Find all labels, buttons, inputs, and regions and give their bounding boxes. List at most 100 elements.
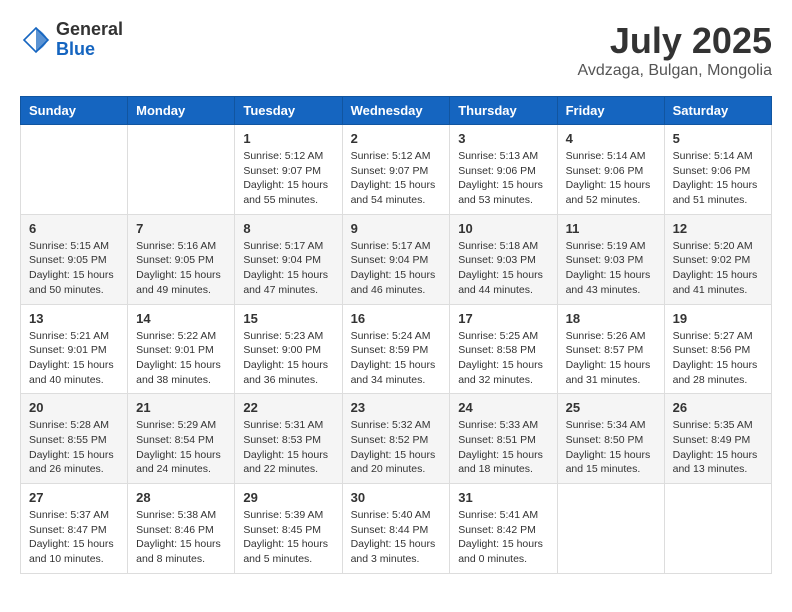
calendar-day-header: Saturday (664, 97, 771, 125)
calendar-cell: 6 Sunrise: 5:15 AM Sunset: 9:05 PM Daylig… (21, 214, 128, 304)
cell-content: Sunrise: 5:15 AM Sunset: 9:05 PM Dayligh… (29, 239, 119, 298)
cell-content: Sunrise: 5:14 AM Sunset: 9:06 PM Dayligh… (673, 149, 763, 208)
calendar-cell: 8 Sunrise: 5:17 AM Sunset: 9:04 PM Daylig… (235, 214, 342, 304)
calendar-cell (128, 125, 235, 215)
cell-content: Sunrise: 5:37 AM Sunset: 8:47 PM Dayligh… (29, 508, 119, 567)
calendar-day-header: Thursday (450, 97, 557, 125)
day-number: 15 (243, 311, 333, 326)
day-number: 12 (673, 221, 763, 236)
day-number: 10 (458, 221, 548, 236)
calendar-cell: 22Sunrise: 5:31 AM Sunset: 8:53 PM Dayli… (235, 394, 342, 484)
day-number: 14 (136, 311, 226, 326)
logo-icon (20, 24, 52, 56)
cell-content: Sunrise: 5:21 AM Sunset: 9:01 PM Dayligh… (29, 329, 119, 388)
calendar-header-row: SundayMondayTuesdayWednesdayThursdayFrid… (21, 97, 772, 125)
cell-content: Sunrise: 5:29 AM Sunset: 8:54 PM Dayligh… (136, 418, 226, 477)
page-header: General Blue July 2025 Avdzaga, Bulgan, … (20, 20, 772, 80)
calendar-cell: 20Sunrise: 5:28 AM Sunset: 8:55 PM Dayli… (21, 394, 128, 484)
day-number: 16 (351, 311, 442, 326)
cell-content: Sunrise: 5:28 AM Sunset: 8:55 PM Dayligh… (29, 418, 119, 477)
cell-content: Sunrise: 5:13 AM Sunset: 9:06 PM Dayligh… (458, 149, 548, 208)
calendar-cell: 16 Sunrise: 5:24 AM Sunset: 8:59 PM Dayli… (342, 304, 450, 394)
calendar-cell (664, 484, 771, 574)
cell-content: Sunrise: 5:17 AM Sunset: 9:04 PM Dayligh… (243, 239, 333, 298)
day-number: 18 (566, 311, 656, 326)
calendar-week-row: 20Sunrise: 5:28 AM Sunset: 8:55 PM Dayli… (21, 394, 772, 484)
calendar-cell: 21 Sunrise: 5:29 AM Sunset: 8:54 PM Dayli… (128, 394, 235, 484)
day-number: 19 (673, 311, 763, 326)
calendar-cell: 26 Sunrise: 5:35 AM Sunset: 8:49 PM Dayli… (664, 394, 771, 484)
cell-content: Sunrise: 5:12 AM Sunset: 9:07 PM Dayligh… (351, 149, 442, 208)
title-section: July 2025 Avdzaga, Bulgan, Mongolia (577, 20, 772, 80)
calendar-cell: 27 Sunrise: 5:37 AM Sunset: 8:47 PM Dayli… (21, 484, 128, 574)
day-number: 8 (243, 221, 333, 236)
day-number: 5 (673, 131, 763, 146)
calendar-day-header: Monday (128, 97, 235, 125)
day-number: 27 (29, 490, 119, 505)
cell-content: Sunrise: 5:14 AM Sunset: 9:06 PM Dayligh… (566, 149, 656, 208)
day-number: 24 (458, 400, 548, 415)
logo-blue-text: Blue (56, 40, 123, 60)
calendar-cell: 12Sunrise: 5:20 AM Sunset: 9:02 PM Dayli… (664, 214, 771, 304)
calendar-cell: 25 Sunrise: 5:34 AM Sunset: 8:50 PM Dayli… (557, 394, 664, 484)
cell-content: Sunrise: 5:19 AM Sunset: 9:03 PM Dayligh… (566, 239, 656, 298)
cell-content: Sunrise: 5:18 AM Sunset: 9:03 PM Dayligh… (458, 239, 548, 298)
calendar-cell: 15 Sunrise: 5:23 AM Sunset: 9:00 PM Dayli… (235, 304, 342, 394)
calendar-cell: 7 Sunrise: 5:16 AM Sunset: 9:05 PM Daylig… (128, 214, 235, 304)
calendar-cell: 1Sunrise: 5:12 AM Sunset: 9:07 PM Daylig… (235, 125, 342, 215)
calendar-cell: 17Sunrise: 5:25 AM Sunset: 8:58 PM Dayli… (450, 304, 557, 394)
cell-content: Sunrise: 5:23 AM Sunset: 9:00 PM Dayligh… (243, 329, 333, 388)
calendar-cell: 23 Sunrise: 5:32 AM Sunset: 8:52 PM Dayli… (342, 394, 450, 484)
day-number: 29 (243, 490, 333, 505)
cell-content: Sunrise: 5:16 AM Sunset: 9:05 PM Dayligh… (136, 239, 226, 298)
calendar-cell: 13Sunrise: 5:21 AM Sunset: 9:01 PM Dayli… (21, 304, 128, 394)
cell-content: Sunrise: 5:22 AM Sunset: 9:01 PM Dayligh… (136, 329, 226, 388)
calendar-cell: 18 Sunrise: 5:26 AM Sunset: 8:57 PM Dayli… (557, 304, 664, 394)
day-number: 2 (351, 131, 442, 146)
calendar-week-row: 1Sunrise: 5:12 AM Sunset: 9:07 PM Daylig… (21, 125, 772, 215)
calendar-cell: 29 Sunrise: 5:39 AM Sunset: 8:45 PM Dayli… (235, 484, 342, 574)
day-number: 7 (136, 221, 226, 236)
calendar-cell: 4 Sunrise: 5:14 AM Sunset: 9:06 PM Daylig… (557, 125, 664, 215)
calendar-cell: 31Sunrise: 5:41 AM Sunset: 8:42 PM Dayli… (450, 484, 557, 574)
day-number: 9 (351, 221, 442, 236)
cell-content: Sunrise: 5:31 AM Sunset: 8:53 PM Dayligh… (243, 418, 333, 477)
cell-content: Sunrise: 5:27 AM Sunset: 8:56 PM Dayligh… (673, 329, 763, 388)
calendar-cell: 5 Sunrise: 5:14 AM Sunset: 9:06 PM Daylig… (664, 125, 771, 215)
cell-content: Sunrise: 5:32 AM Sunset: 8:52 PM Dayligh… (351, 418, 442, 477)
cell-content: Sunrise: 5:33 AM Sunset: 8:51 PM Dayligh… (458, 418, 548, 477)
calendar-cell: 28Sunrise: 5:38 AM Sunset: 8:46 PM Dayli… (128, 484, 235, 574)
day-number: 25 (566, 400, 656, 415)
calendar-cell: 9 Sunrise: 5:17 AM Sunset: 9:04 PM Daylig… (342, 214, 450, 304)
calendar-cell: 14 Sunrise: 5:22 AM Sunset: 9:01 PM Dayli… (128, 304, 235, 394)
day-number: 26 (673, 400, 763, 415)
cell-content: Sunrise: 5:26 AM Sunset: 8:57 PM Dayligh… (566, 329, 656, 388)
calendar-cell: 3Sunrise: 5:13 AM Sunset: 9:06 PM Daylig… (450, 125, 557, 215)
calendar-cell: 19 Sunrise: 5:27 AM Sunset: 8:56 PM Dayli… (664, 304, 771, 394)
day-number: 21 (136, 400, 226, 415)
day-number: 28 (136, 490, 226, 505)
cell-content: Sunrise: 5:39 AM Sunset: 8:45 PM Dayligh… (243, 508, 333, 567)
calendar-cell (21, 125, 128, 215)
calendar-day-header: Tuesday (235, 97, 342, 125)
day-number: 4 (566, 131, 656, 146)
calendar-cell: 24 Sunrise: 5:33 AM Sunset: 8:51 PM Dayli… (450, 394, 557, 484)
cell-content: Sunrise: 5:24 AM Sunset: 8:59 PM Dayligh… (351, 329, 442, 388)
cell-content: Sunrise: 5:35 AM Sunset: 8:49 PM Dayligh… (673, 418, 763, 477)
day-number: 30 (351, 490, 442, 505)
calendar-week-row: 13Sunrise: 5:21 AM Sunset: 9:01 PM Dayli… (21, 304, 772, 394)
cell-content: Sunrise: 5:17 AM Sunset: 9:04 PM Dayligh… (351, 239, 442, 298)
calendar-day-header: Friday (557, 97, 664, 125)
location-subtitle: Avdzaga, Bulgan, Mongolia (577, 62, 772, 80)
logo: General Blue (20, 20, 123, 60)
calendar-week-row: 6 Sunrise: 5:15 AM Sunset: 9:05 PM Daylig… (21, 214, 772, 304)
day-number: 23 (351, 400, 442, 415)
calendar-day-header: Sunday (21, 97, 128, 125)
day-number: 6 (29, 221, 119, 236)
logo-text: General Blue (56, 20, 123, 60)
calendar-cell: 2 Sunrise: 5:12 AM Sunset: 9:07 PM Daylig… (342, 125, 450, 215)
day-number: 17 (458, 311, 548, 326)
cell-content: Sunrise: 5:34 AM Sunset: 8:50 PM Dayligh… (566, 418, 656, 477)
calendar-cell (557, 484, 664, 574)
month-year-title: July 2025 (577, 20, 772, 62)
